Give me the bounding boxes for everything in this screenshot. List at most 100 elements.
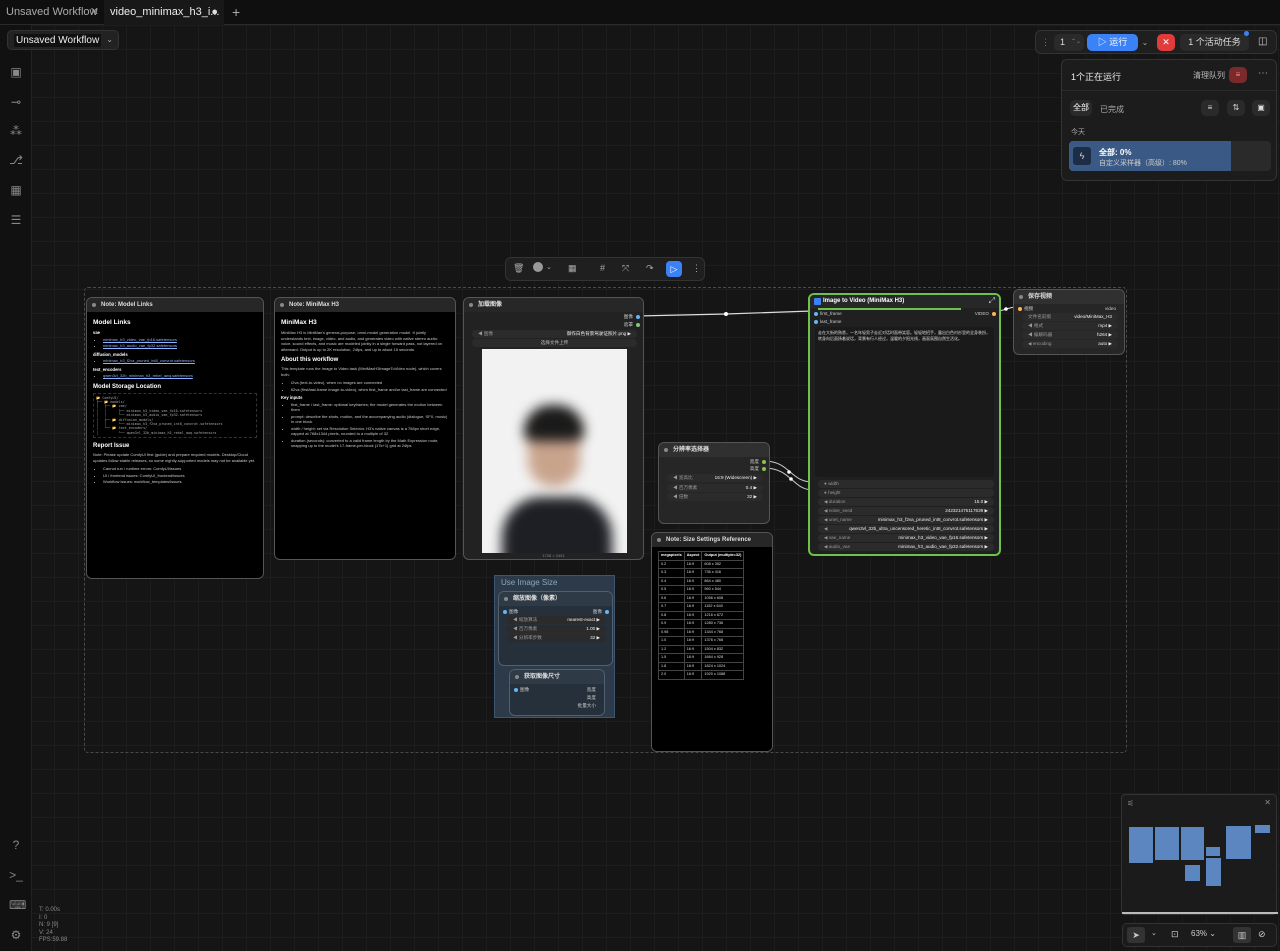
link-midpoint bbox=[1004, 307, 1008, 311]
model-link[interactable]: minimax_h3_audio_vae_fp32.safetensors bbox=[103, 343, 177, 348]
output-video[interactable]: VIDEO bbox=[975, 311, 989, 316]
widget-value: 1.00 bbox=[586, 626, 596, 631]
codec-select[interactable]: ◀ 编解码器 h264 ▶ bbox=[1022, 331, 1118, 339]
table-cell: 16:9 bbox=[683, 653, 703, 663]
widget-value: auto bbox=[1098, 341, 1108, 346]
minimap[interactable]: ⚟ ✕ bbox=[1121, 794, 1278, 915]
hide-links-icon[interactable]: ⊘ bbox=[1258, 929, 1266, 940]
megapixels-input[interactable]: ◀ 百万像素 0.4 ▶ bbox=[667, 484, 763, 492]
input-last-frame[interactable]: last_frame bbox=[820, 319, 841, 324]
input-image[interactable]: 图像 bbox=[520, 687, 529, 693]
widget-value: 242321475117639 bbox=[945, 508, 984, 513]
output-image[interactable]: 图像 bbox=[624, 314, 633, 320]
output-dot[interactable] bbox=[762, 467, 766, 471]
node-resolution-selector[interactable]: 分辨率选择器 宽度 高度 ◀ 宽高比 16:9 (Widescreen) ▶ ◀ … bbox=[658, 442, 770, 524]
unet-select[interactable]: ◀ unet_name minimax_h3_f2va_pruned_int8_c… bbox=[818, 516, 994, 524]
fit-view-icon[interactable]: ⊡ bbox=[1171, 929, 1179, 940]
issue-link[interactable]: UI / frontend issues: ComfyUI_frontend/i… bbox=[103, 473, 257, 479]
image-select[interactable]: ◀ 图像 御作白色背景驾驶证照片.png ▶ bbox=[472, 330, 637, 338]
megapixels-input[interactable]: ◀ 百万像素 1.00 ▶ bbox=[507, 625, 606, 633]
width-input[interactable]: ● width bbox=[818, 480, 994, 488]
upscale-method-select[interactable]: ◀ 缩放算法 nearest-exact ▶ bbox=[507, 616, 606, 624]
output-dot[interactable] bbox=[636, 323, 640, 327]
table-cell: 608 x 352 bbox=[701, 559, 745, 569]
issue-link[interactable]: Workflow issues: workflow_templates/issu… bbox=[103, 479, 257, 485]
table-cell: 0.5 bbox=[658, 585, 685, 595]
input-video[interactable]: 视频 bbox=[1024, 306, 1033, 312]
duration-input[interactable]: ◀ duration 15.0 ▶ bbox=[818, 498, 994, 506]
input-dot[interactable] bbox=[514, 688, 518, 692]
multiple-input[interactable]: ◀ 倍数 32 ▶ bbox=[667, 493, 763, 501]
resolution-steps-input[interactable]: ◀ 分辨率步数 32 ▶ bbox=[507, 634, 606, 642]
output-height[interactable]: 高度 bbox=[750, 466, 759, 472]
output-dot[interactable] bbox=[636, 315, 640, 319]
node-scale-image[interactable]: 缩放图像（像素） 图像 图像 ◀ 缩放算法 nearest-exact ▶ ◀ 百… bbox=[498, 591, 613, 666]
table-row: 1.2 16:9 1504 x 832 bbox=[658, 644, 745, 654]
node-get-image-size[interactable]: 获取图像尺寸 图像 宽度 高度 批量大小 bbox=[509, 669, 605, 716]
model-link[interactable]: minimax_h3_video_vae_fp16.safetensors bbox=[103, 337, 177, 342]
table-row: 2.0 16:9 1920 x 1088 bbox=[658, 670, 745, 680]
vae-select[interactable]: ◀ vae_name minimax_h3_video_vae_fp16.safe… bbox=[818, 534, 994, 542]
table-cell: 864 x 480 bbox=[701, 576, 745, 586]
upload-button[interactable]: 选择文件上传 bbox=[472, 339, 637, 347]
table-cell: 16:9 bbox=[683, 636, 703, 646]
output-height[interactable]: 高度 bbox=[587, 695, 596, 701]
prompt-textarea[interactable]: 走在大街的熟悉，一名年轻男子走近对话时面带笑容。轻轻地招手，露出白色衬衫里的全身… bbox=[815, 327, 994, 477]
node-note-model-links[interactable]: Note: Model Links Model Links vae minima… bbox=[86, 297, 264, 579]
minimap-viewport bbox=[1122, 912, 1278, 914]
node-image-to-video[interactable]: Image to Video (MiniMax H3) ⤢ first_fram… bbox=[808, 293, 1001, 556]
chevron-down-icon[interactable]: ⌄ bbox=[1151, 929, 1157, 937]
table-cell: 0.8 bbox=[658, 610, 685, 620]
output-width[interactable]: 宽度 bbox=[587, 687, 596, 693]
table-row: 0.98 16:9 1344 x 768 bbox=[658, 627, 745, 637]
link-midpoint bbox=[724, 312, 728, 316]
output-dot[interactable] bbox=[992, 312, 996, 316]
table-cell: 0.3 bbox=[658, 568, 685, 578]
format-select[interactable]: ◀ 格式 mp4 ▶ bbox=[1022, 322, 1118, 330]
input-first-frame[interactable]: first_frame bbox=[820, 311, 842, 316]
noise-seed-input[interactable]: ◀ noise_seed 242321475117639 ▶ bbox=[818, 507, 994, 515]
output-width[interactable]: 宽度 bbox=[750, 459, 759, 465]
issue-link[interactable]: Cannot run / runtime errors: ComfyUI/iss… bbox=[103, 466, 257, 472]
widget-label: 编解码器 bbox=[1033, 332, 1053, 337]
model-link[interactable]: qwen3vl_32b_minimax_h3_rebel_awq.safeten… bbox=[103, 373, 193, 378]
expand-icon[interactable]: ⤢ bbox=[989, 296, 995, 306]
close-icon[interactable]: ✕ bbox=[1264, 798, 1271, 807]
output-video[interactable]: video bbox=[1105, 306, 1116, 311]
heading: MiniMax H3 bbox=[281, 319, 317, 326]
encoding-select[interactable]: ◀ encoding auto ▶ bbox=[1022, 340, 1118, 348]
widget-label: 格式 bbox=[1033, 323, 1044, 328]
input-dot[interactable] bbox=[1018, 307, 1022, 311]
minimap-settings-icon[interactable]: ⚟ bbox=[1127, 799, 1134, 808]
output-image[interactable]: 图像 bbox=[593, 609, 602, 615]
output-mask[interactable]: 遮罩 bbox=[624, 322, 633, 328]
node-note-size-reference[interactable]: Note: Size Settings Reference megapixels… bbox=[651, 532, 773, 752]
audio-vae-select[interactable]: ◀ audio_vae minimax_h3_audio_vae_fp32.saf… bbox=[818, 543, 994, 551]
link-midpoint bbox=[789, 477, 793, 481]
input-dot[interactable] bbox=[814, 320, 818, 324]
table-cell: 1280 x 736 bbox=[701, 619, 745, 629]
widget-value: 16:9 (Widescreen) bbox=[714, 475, 753, 480]
input-image[interactable]: 图像 bbox=[509, 609, 518, 615]
minimap-node bbox=[1206, 858, 1221, 886]
group-title: Use Image Size bbox=[501, 578, 558, 587]
zoom-level[interactable]: 63% ⌄ bbox=[1191, 929, 1216, 938]
input-dot[interactable] bbox=[814, 312, 818, 316]
input-dot[interactable] bbox=[503, 610, 507, 614]
table-row: 0.8 16:9 1216 x 672 bbox=[658, 610, 745, 620]
output-batch-size[interactable]: 批量大小 bbox=[578, 703, 596, 709]
text-encoder-select[interactable]: ◀ qwen3vl_32b_ultra_uncensored_heretic_i… bbox=[818, 525, 994, 533]
output-dot[interactable] bbox=[605, 610, 609, 614]
node-note-minimax[interactable]: Note: MiniMax H3 MiniMax H3 MiniMax H3 i… bbox=[274, 297, 456, 560]
aspect-ratio-select[interactable]: ◀ 宽高比 16:9 (Widescreen) ▶ bbox=[667, 474, 763, 482]
height-input[interactable]: ● height bbox=[818, 489, 994, 497]
node-load-image[interactable]: 加载图像 图像 遮罩 ◀ 图像 御作白色背景驾驶证照片.png ▶ 选择文件上传 … bbox=[463, 297, 644, 560]
subheading: text_encoders bbox=[93, 366, 122, 372]
model-link[interactable]: minimax_h3_f2va_pruned_int8_convrot.safe… bbox=[103, 358, 195, 363]
pointer-tool-icon[interactable]: ➤ bbox=[1127, 927, 1145, 943]
minimap-toggle-icon[interactable]: ▥ bbox=[1233, 927, 1251, 943]
node-save-video[interactable]: 保存视频 视频 video 文件名前缀 video/MiniMax_H3 ◀ 格式… bbox=[1013, 289, 1125, 355]
output-dot[interactable] bbox=[762, 460, 766, 464]
filename-prefix-input[interactable]: 文件名前缀 video/MiniMax_H3 bbox=[1022, 313, 1118, 321]
widget-value: 15.0 bbox=[974, 499, 984, 504]
